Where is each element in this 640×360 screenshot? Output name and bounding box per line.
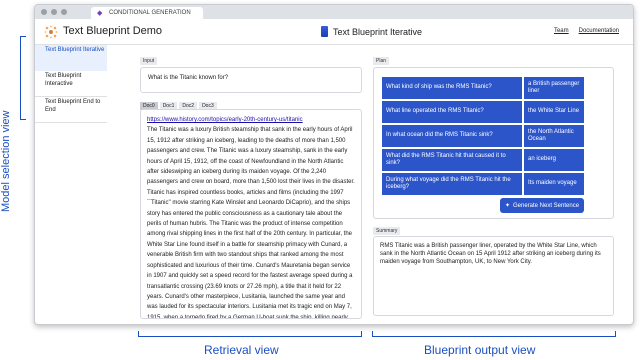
document-text: The Titanic was a luxury British steamsh… — [147, 127, 355, 319]
sidebar-item-iterative[interactable]: Text Blueprint Iterative — [35, 45, 107, 71]
model-sidebar: Text Blueprint Iterative Text Blueprint … — [35, 45, 107, 324]
header-nav: Team Documentation — [554, 28, 619, 34]
sidebar-item-interactive[interactable]: Text Blueprint Interactive — [35, 71, 107, 97]
gem-icon: ◆ — [97, 9, 103, 17]
sparkle-icon: ✦ — [504, 203, 510, 209]
plan-panel: What kind of ship was the RMS Titanic? a… — [373, 67, 614, 219]
current-view-label: Text Blueprint Iterative — [333, 26, 423, 37]
summary-output: RMS Titanic was a British passenger line… — [373, 236, 614, 316]
blueprint-output-annotation: Blueprint output view — [424, 343, 536, 357]
app-logo-icon — [44, 25, 58, 39]
team-link[interactable]: Team — [554, 28, 569, 34]
summary-label: Summary — [373, 227, 401, 235]
browser-tab-title: CONDITIONAL GENERATION — [109, 10, 191, 16]
generate-button-label: Generate Next Sentence — [512, 202, 580, 209]
generate-next-sentence-button[interactable]: ✦ Generate Next Sentence — [500, 198, 584, 213]
plan-question[interactable]: What line operated the RMS Titanic? — [382, 101, 522, 123]
blueprint-output-bracket — [372, 331, 616, 337]
question-input[interactable]: What is the Titanic known for? — [140, 67, 362, 93]
plan-row: What line operated the RMS Titanic? the … — [382, 101, 584, 123]
plan-answer[interactable]: an iceberg — [524, 149, 584, 171]
retrieval-annotation: Retrieval view — [204, 343, 279, 357]
plan-row: In what ocean did the RMS Titanic sink? … — [382, 125, 584, 147]
window-controls — [41, 9, 67, 15]
blueprint-icon — [321, 26, 328, 37]
browser-window: ◆ CONDITIONAL GENERATION Text Blueprint … — [34, 4, 634, 325]
app-header: Text Blueprint Demo Text Blueprint Itera… — [35, 19, 633, 45]
plan-question[interactable]: During what voyage did the RMS Titanic h… — [382, 173, 522, 195]
document-source-link[interactable]: https://www.history.com/topics/early-20t… — [147, 115, 356, 125]
model-selection-bracket — [20, 36, 26, 120]
plan-answer[interactable]: Its maiden voyage — [524, 173, 584, 195]
plan-answer[interactable]: a British passenger liner — [524, 77, 584, 99]
plan-question[interactable]: What kind of ship was the RMS Titanic? — [382, 77, 522, 99]
plan-label: Plan — [373, 57, 390, 65]
documentation-link[interactable]: Documentation — [579, 28, 619, 34]
plan-answer[interactable]: the North Atlantic Ocean — [524, 125, 584, 147]
minimize-window-dot[interactable] — [51, 9, 57, 15]
current-view-title: Text Blueprint Iterative — [321, 26, 422, 37]
input-label: Input — [140, 57, 158, 65]
plan-row: During what voyage did the RMS Titanic h… — [382, 173, 584, 195]
browser-tab[interactable]: ◆ CONDITIONAL GENERATION — [91, 7, 203, 19]
retrieval-bracket — [138, 331, 362, 337]
plan-answer[interactable]: the White Star Line — [524, 101, 584, 123]
model-selection-annotation: Model selection view — [0, 110, 12, 213]
plan-row: What did the RMS Titanic hit that caused… — [382, 149, 584, 171]
plan-row: What kind of ship was the RMS Titanic? a… — [382, 77, 584, 99]
app-title: Text Blueprint Demo — [63, 25, 163, 37]
maximize-window-dot[interactable] — [61, 9, 67, 15]
sidebar-item-end-to-end[interactable]: Text Blueprint End to End — [35, 97, 107, 123]
plan-question[interactable]: What did the RMS Titanic hit that caused… — [382, 149, 522, 171]
plan-question[interactable]: In what ocean did the RMS Titanic sink? — [382, 125, 522, 147]
retrieved-document[interactable]: https://www.history.com/topics/early-20t… — [140, 109, 362, 319]
close-window-dot[interactable] — [41, 9, 47, 15]
browser-tab-bar: ◆ CONDITIONAL GENERATION — [35, 5, 633, 19]
